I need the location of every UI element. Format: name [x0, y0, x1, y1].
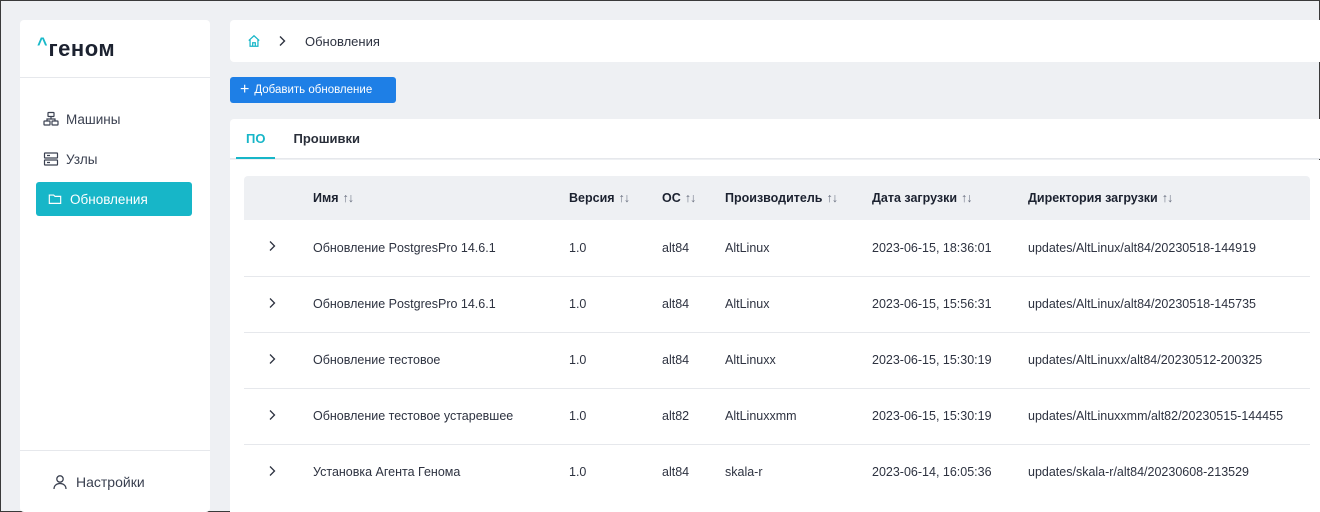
cell-upload-date: 2023-06-15, 15:30:19 [872, 353, 992, 367]
expand-row-icon[interactable] [244, 276, 313, 332]
cell-name: Обновление PostgresPro 14.6.1 [313, 240, 496, 255]
sort-icon[interactable]: ↑↓ [1162, 191, 1173, 205]
cell-upload-date: 2023-06-15, 15:30:19 [872, 409, 992, 423]
column-header-upload-dir[interactable]: Директория загрузки ↑↓ [1028, 176, 1310, 220]
column-header-version[interactable]: Версия ↑↓ [569, 176, 662, 220]
logo-text: геном [48, 35, 116, 61]
sort-icon[interactable]: ↑↓ [343, 191, 354, 205]
expand-row-icon[interactable] [244, 332, 313, 388]
cell-name: Обновление тестовое устаревшее [313, 409, 514, 423]
sidebar-nav: Машины Узлы Обновления [20, 78, 210, 216]
cell-vendor: AltLinux [725, 297, 770, 311]
expand-row-icon[interactable] [244, 444, 313, 500]
folder-icon [46, 191, 64, 207]
column-header-os[interactable]: ОС ↑↓ [662, 176, 725, 220]
table-row[interactable]: Обновление тестовое устаревшее 1.0 alt82… [244, 388, 1310, 444]
tab-firmware[interactable]: Прошивки [281, 119, 372, 158]
sidebar-item-label: Обновления [70, 191, 148, 207]
cell-vendor: AltLinuxxmm [725, 409, 797, 423]
cell-name: Установка Агента Генома [313, 465, 461, 480]
column-header-name[interactable]: Имя ↑↓ [313, 176, 569, 220]
logo[interactable]: ^ геном [20, 20, 210, 78]
cell-os: alt84 [662, 465, 690, 480]
sort-icon[interactable]: ↑↓ [826, 191, 837, 205]
settings-label: Настройки [76, 473, 145, 490]
sort-icon[interactable]: ↑↓ [685, 191, 696, 205]
table-header-row: Имя ↑↓ Версия ↑↓ ОС ↑↓ Производитель ↑↓ Дата… [244, 176, 1310, 220]
cell-vendor: skala-r [725, 465, 763, 480]
cell-version: 1.0 [569, 465, 587, 480]
sort-icon[interactable]: ↑↓ [619, 191, 630, 205]
cell-version: 1.0 [569, 240, 587, 255]
expand-row-icon[interactable] [244, 220, 313, 276]
cell-os: alt84 [662, 297, 690, 311]
logo-mark: ^ [37, 34, 48, 54]
sidebar-item-label: Узлы [66, 151, 98, 167]
cell-upload-date: 2023-06-14, 16:05:36 [872, 465, 992, 480]
machines-icon [42, 111, 60, 127]
sidebar: ^ геном Машины Узлы Обновления Настройки [20, 20, 210, 512]
cell-upload-dir: updates/skala-r/alt84/20230608-213529 [1028, 465, 1250, 480]
cell-upload-date: 2023-06-15, 18:36:01 [872, 240, 992, 255]
sidebar-item-label: Машины [66, 111, 121, 127]
cell-vendor: AltLinuxx [725, 353, 776, 367]
column-header-upload-date[interactable]: Дата загрузки ↑↓ [872, 176, 1028, 220]
user-icon [52, 474, 68, 490]
cell-version: 1.0 [569, 297, 587, 311]
table-row[interactable]: Обновление PostgresPro 14.6.1 1.0 alt84 … [244, 220, 1310, 276]
sort-icon[interactable]: ↑↓ [961, 191, 972, 205]
cell-upload-dir: updates/AltLinuxxmm/alt82/20230515-14445… [1028, 409, 1284, 423]
cell-os: alt84 [662, 240, 690, 255]
cell-upload-dir: updates/AltLinux/alt84/20230518-144919 [1028, 240, 1256, 255]
sidebar-item-updates[interactable]: Обновления [36, 182, 192, 216]
sidebar-item-nodes[interactable]: Узлы [36, 142, 192, 176]
cell-os: alt84 [662, 353, 690, 367]
plus-icon: + [240, 81, 250, 98]
nodes-icon [42, 151, 60, 167]
tab-software[interactable]: ПО [234, 119, 277, 159]
sidebar-item-settings[interactable]: Настройки [20, 450, 210, 512]
cell-upload-dir: updates/AltLinuxx/alt84/20230512-200325 [1028, 353, 1263, 367]
sidebar-item-machines[interactable]: Машины [36, 102, 192, 136]
expand-row-icon[interactable] [244, 388, 313, 444]
cell-name: Обновление PostgresPro 14.6.1 [313, 297, 496, 311]
cell-name: Обновление тестовое [313, 353, 441, 367]
cell-version: 1.0 [569, 409, 587, 423]
chevron-right-icon [277, 35, 287, 47]
content-panel: Имя ↑↓ Версия ↑↓ ОС ↑↓ Производитель ↑↓ Дата… [230, 160, 1320, 512]
cell-upload-dir: updates/AltLinux/alt84/20230518-145735 [1028, 297, 1256, 311]
column-header-vendor[interactable]: Производитель ↑↓ [725, 176, 872, 220]
cell-upload-date: 2023-06-15, 15:56:31 [872, 297, 992, 311]
breadcrumb: Обновления [230, 20, 1320, 62]
tabs: ПО Прошивки [230, 119, 1320, 159]
cell-version: 1.0 [569, 353, 587, 367]
table-row[interactable]: Установка Агента Генома 1.0 alt84 skala-… [244, 444, 1310, 500]
add-update-label: Добавить обновление [254, 84, 373, 96]
table-row[interactable]: Обновление PostgresPro 14.6.1 1.0 alt84 … [244, 276, 1310, 332]
cell-vendor: AltLinux [725, 240, 770, 255]
home-icon[interactable] [247, 34, 261, 48]
table-row[interactable]: Обновление тестовое 1.0 alt84 AltLinuxx … [244, 332, 1310, 388]
cell-os: alt82 [662, 409, 690, 423]
breadcrumb-current: Обновления [305, 33, 380, 49]
add-update-button[interactable]: + Добавить обновление [230, 77, 396, 103]
expand-column-header [244, 176, 313, 220]
updates-table: Имя ↑↓ Версия ↑↓ ОС ↑↓ Производитель ↑↓ Дата… [244, 176, 1310, 500]
